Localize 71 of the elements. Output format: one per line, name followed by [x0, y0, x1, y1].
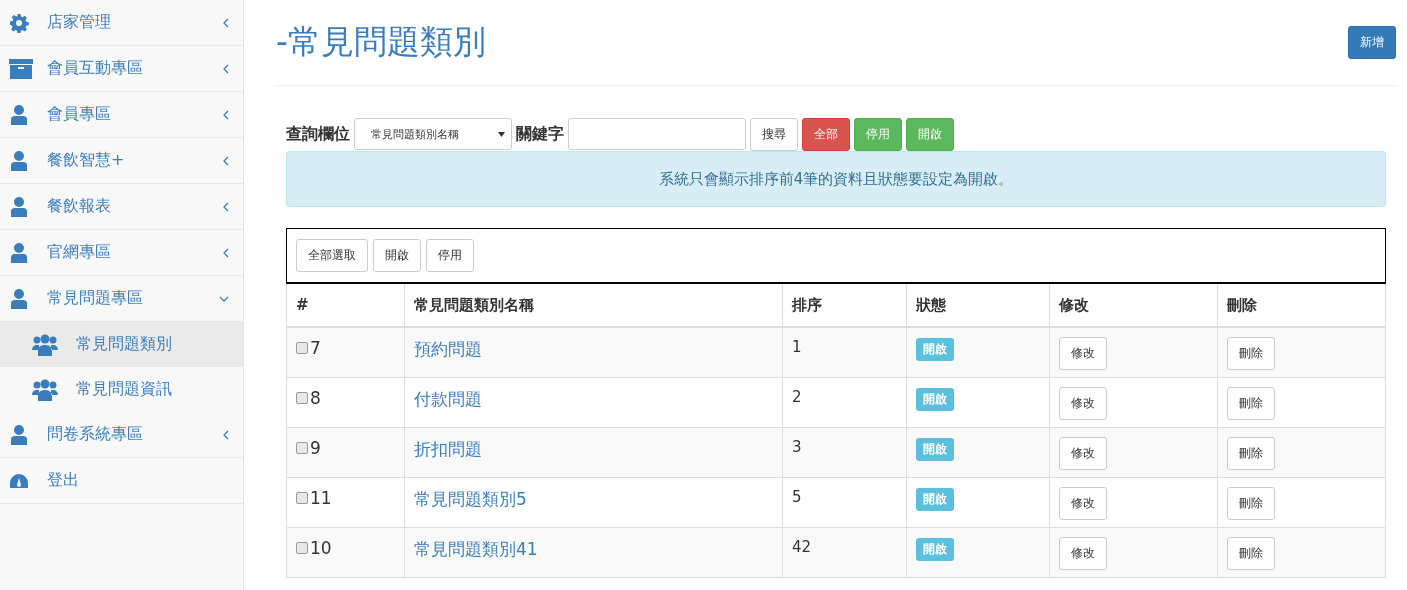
gear-icon — [9, 12, 29, 33]
sidebar-item[interactable]: 官網專區 — [0, 230, 243, 276]
status-badge: 開啟 — [916, 387, 954, 411]
table-cell: 3 — [792, 437, 802, 456]
add-button[interactable]: 新增 — [1348, 26, 1396, 59]
keyword-label: 關鍵字 — [516, 123, 564, 145]
table-cell: 42 — [792, 537, 812, 556]
sidebar-subitem[interactable]: 常見問題類別 — [0, 322, 243, 367]
edit-button[interactable]: 修改 — [1059, 386, 1107, 420]
edit-button[interactable]: 修改 — [1059, 337, 1107, 370]
field-select[interactable]: 常見問題類別名稱 — [354, 118, 512, 150]
sidebar-item[interactable]: 會員專區 — [0, 92, 243, 138]
bulk-action-button[interactable]: 停用 — [426, 239, 474, 272]
archive-icon — [9, 58, 33, 79]
delete-button[interactable]: 刪除 — [1227, 486, 1275, 520]
edit-button[interactable]: 修改 — [1059, 536, 1107, 570]
users-icon — [32, 333, 58, 356]
bulk-action-button[interactable]: 開啟 — [373, 239, 421, 272]
sidebar-item[interactable]: 會員互動專區 — [0, 46, 243, 92]
category-link[interactable]: 常見問題類別5 — [414, 488, 527, 509]
delete-button[interactable]: 刪除 — [1227, 386, 1275, 420]
user-icon — [9, 104, 29, 125]
row-checkbox[interactable] — [296, 541, 308, 554]
row-checkbox[interactable] — [296, 391, 308, 404]
row-checkbox[interactable] — [296, 342, 308, 354]
sidebar-item[interactable]: 餐飲報表 — [0, 184, 243, 230]
table-cell: 1 — [792, 338, 802, 356]
sidebar-subitem[interactable]: 常見問題資訊 — [0, 367, 243, 412]
user-icon — [9, 288, 29, 309]
category-link[interactable]: 預約問題 — [414, 339, 482, 359]
users-icon — [32, 378, 58, 401]
delete-button[interactable]: 刪除 — [1227, 337, 1275, 370]
edit-button[interactable]: 修改 — [1059, 486, 1107, 520]
table-cell: 5 — [792, 487, 802, 506]
row-checkbox[interactable] — [296, 441, 308, 454]
sidebar-item[interactable]: 登出 — [0, 458, 243, 504]
row-id: 7 — [310, 338, 321, 358]
bulk-action-button[interactable]: 全部選取 — [296, 239, 368, 272]
dropdown-arrow-icon — [498, 131, 505, 137]
category-link[interactable]: 常見問題類別41 — [414, 538, 538, 559]
status-badge: 開啟 — [916, 338, 954, 361]
status-badge: 開啟 — [916, 487, 954, 511]
row-id: 11 — [310, 487, 332, 508]
keyword-field[interactable] — [568, 118, 746, 150]
user-icon — [9, 196, 29, 217]
category-link[interactable]: 折扣問題 — [414, 438, 482, 459]
search-button[interactable]: 搜尋 — [750, 117, 798, 151]
page-title: -常見問題類別 — [276, 21, 486, 63]
user-icon — [9, 242, 29, 263]
delete-button[interactable]: 刪除 — [1227, 536, 1275, 570]
row-id: 10 — [310, 537, 332, 558]
filter-button[interactable]: 全部 — [802, 117, 850, 151]
edit-button[interactable]: 修改 — [1059, 436, 1107, 470]
row-checkbox[interactable] — [296, 491, 308, 504]
dashboard-icon — [9, 472, 29, 489]
category-link[interactable]: 付款問題 — [414, 388, 482, 409]
status-badge: 開啟 — [916, 537, 954, 561]
row-id: 9 — [310, 437, 321, 458]
sidebar-item[interactable]: 餐飲智慧+ — [0, 138, 243, 184]
user-icon — [9, 424, 29, 445]
sidebar-item[interactable]: 店家管理 — [0, 0, 243, 46]
notice-banner: 系統只會顯示排序前4筆的資料且狀態要設定為開啟。 — [286, 151, 1386, 207]
sidebar-item[interactable]: 問卷系統專區 — [0, 412, 243, 458]
delete-button[interactable]: 刪除 — [1227, 436, 1275, 470]
filter-button[interactable]: 開啟 — [906, 117, 954, 151]
row-id: 8 — [310, 387, 321, 408]
table-cell: 2 — [792, 387, 802, 406]
user-icon — [9, 150, 29, 171]
field-label: 查詢欄位 — [286, 123, 350, 145]
status-badge: 開啟 — [916, 437, 954, 461]
filter-button[interactable]: 停用 — [854, 117, 902, 151]
